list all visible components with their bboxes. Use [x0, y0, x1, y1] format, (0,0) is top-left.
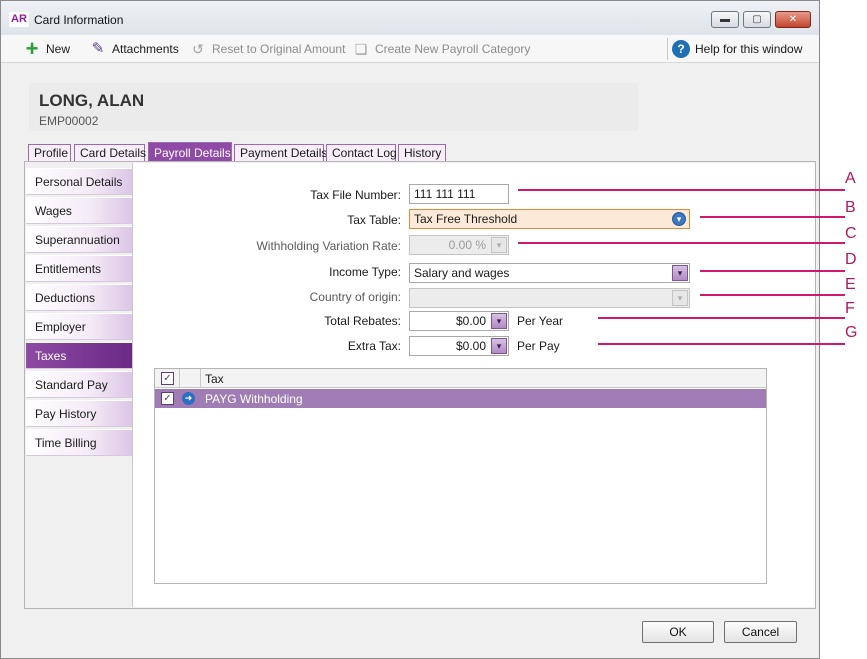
tax-column-header: Tax	[205, 372, 224, 386]
sidebar-item-time-billing[interactable]: Time Billing	[26, 429, 132, 456]
income-type-label: Income Type:	[329, 265, 401, 279]
ok-button[interactable]: OK	[642, 621, 714, 643]
close-button[interactable]: ✕	[775, 11, 811, 28]
chevron-down-icon[interactable]: ▾	[491, 338, 507, 354]
sidebar-item-personal-details[interactable]: Personal Details	[26, 168, 132, 195]
tab-contact-log[interactable]: Contact Log	[326, 144, 397, 162]
toolbar: + New ✎ Attachments ↺ Reset to Original …	[1, 35, 819, 63]
extra-tax-input[interactable]: $0.00 ▾	[409, 336, 509, 356]
document-icon: ❏	[354, 41, 368, 57]
help-button[interactable]: ? Help for this window	[672, 40, 802, 58]
title-bar: AR Card Information ▬ ▢ ✕	[1, 1, 819, 35]
toolbar-separator	[667, 38, 668, 60]
tab-payroll-details[interactable]: Payroll Details	[148, 142, 232, 162]
chevron-down-icon: ▾	[491, 237, 507, 253]
chevron-down-icon[interactable]: ▾	[672, 212, 686, 226]
sidebar-item-deductions[interactable]: Deductions	[26, 284, 132, 311]
callout-label-c: C	[845, 225, 857, 242]
attachments-button[interactable]: ✎ Attachments	[89, 40, 179, 58]
attachments-label: Attachments	[112, 42, 179, 56]
total-rebates-label: Total Rebates:	[324, 314, 401, 328]
sidebar-item-standard-pay[interactable]: Standard Pay	[26, 371, 132, 398]
callout-label-a: A	[845, 170, 856, 187]
withholding-variation-rate-value: 0.00 %	[448, 238, 486, 252]
total-rebates-value: $0.00	[455, 314, 486, 328]
callout-label-d: D	[845, 251, 857, 268]
cancel-button[interactable]: Cancel	[724, 621, 797, 643]
tax-table-value: Tax Free Threshold	[414, 212, 518, 226]
create-new-payroll-category-button[interactable]: ❏ Create New Payroll Category	[352, 40, 531, 58]
chevron-down-icon: ▾	[672, 290, 688, 306]
tax-file-number-label: Tax File Number:	[310, 188, 401, 202]
callout-line-c	[518, 242, 845, 244]
sidebar-item-pay-history[interactable]: Pay History	[26, 400, 132, 427]
window-title: Card Information	[34, 13, 124, 27]
sidebar-item-entitlements[interactable]: Entitlements	[26, 255, 132, 282]
callout-line-g	[598, 343, 845, 345]
country-of-origin-select[interactable]: ▾	[409, 288, 690, 308]
employee-code: EMP00002	[39, 114, 99, 128]
plus-icon: +	[25, 36, 39, 61]
new-label: New	[46, 42, 71, 56]
table-header: ✓ Tax	[155, 369, 766, 388]
callout-line-a	[518, 189, 845, 191]
callout-line-e	[700, 294, 845, 296]
callout-label-g: G	[845, 324, 858, 341]
minimize-button[interactable]: ▬	[711, 11, 739, 28]
sidebar-item-taxes[interactable]: Taxes	[26, 342, 132, 369]
callout-label-f: F	[845, 300, 855, 317]
table-row[interactable]: ✓ ➜ PAYG Withholding	[155, 389, 766, 408]
employee-name: LONG, ALAN	[39, 91, 145, 110]
callout-label-e: E	[845, 276, 856, 293]
chevron-down-icon[interactable]: ▾	[491, 313, 507, 329]
tab-card-details[interactable]: Card Details	[74, 144, 146, 162]
reset-icon: ↺	[192, 41, 204, 57]
country-of-origin-label: Country of origin:	[309, 290, 401, 304]
income-type-select[interactable]: Salary and wages ▾	[409, 263, 690, 283]
create-category-label: Create New Payroll Category	[375, 42, 531, 56]
tax-list-table: ✓ Tax ✓ ➜ PAYG Withholding	[154, 368, 767, 584]
sidebar-item-employer-expenses[interactable]: Employer Expenses	[26, 313, 132, 360]
sidebar-item-superannuation[interactable]: Superannuation	[26, 226, 132, 253]
paperclip-icon: ✎	[91, 40, 105, 57]
tab-profile[interactable]: Profile	[28, 144, 71, 162]
tax-name-cell: PAYG Withholding	[205, 392, 303, 406]
taxes-panel: Tax File Number: 111 111 111 Tax Table: …	[132, 163, 815, 607]
reset-label: Reset to Original Amount	[212, 42, 346, 56]
arrow-right-icon[interactable]: ➜	[182, 392, 195, 405]
app-logo-icon: AR	[9, 12, 29, 27]
reset-to-original-amount-button[interactable]: ↺ Reset to Original Amount	[189, 40, 345, 58]
total-rebates-input[interactable]: $0.00 ▾	[409, 311, 509, 331]
extra-tax-unit: Per Pay	[517, 339, 560, 353]
withholding-variation-rate-input[interactable]: 0.00 % ▾	[409, 235, 509, 255]
help-icon: ?	[672, 40, 690, 58]
select-all-checkbox[interactable]: ✓	[161, 372, 174, 385]
tab-history[interactable]: History	[398, 144, 446, 162]
income-type-value: Salary and wages	[414, 266, 510, 280]
payroll-details-content: Personal Details Wages Superannuation En…	[24, 161, 816, 609]
card-information-window: AR Card Information ▬ ▢ ✕ + New ✎ Attach…	[0, 0, 820, 659]
column-divider	[200, 369, 201, 388]
row-checkbox[interactable]: ✓	[161, 392, 174, 405]
tab-payment-details[interactable]: Payment Details	[234, 144, 327, 162]
chevron-down-icon[interactable]: ▾	[672, 265, 688, 281]
extra-tax-label: Extra Tax:	[347, 339, 401, 353]
employee-header: LONG, ALAN EMP00002	[29, 83, 638, 131]
withholding-variation-rate-label: Withholding Variation Rate:	[256, 239, 401, 253]
extra-tax-value: $0.00	[455, 339, 486, 353]
tax-file-number-input[interactable]: 111 111 111	[409, 184, 509, 204]
callout-line-d	[700, 270, 845, 272]
callout-line-b	[700, 216, 845, 218]
maximize-button[interactable]: ▢	[743, 11, 771, 28]
new-button[interactable]: + New	[23, 36, 71, 61]
help-label: Help for this window	[695, 42, 803, 56]
total-rebates-unit: Per Year	[517, 314, 564, 328]
column-divider	[179, 369, 180, 388]
tax-table-select[interactable]: Tax Free Threshold ▾	[409, 209, 690, 229]
callout-label-b: B	[845, 199, 856, 216]
tax-table-label: Tax Table:	[347, 213, 401, 227]
sidebar-item-wages[interactable]: Wages	[26, 197, 132, 224]
callout-line-f	[598, 317, 845, 319]
